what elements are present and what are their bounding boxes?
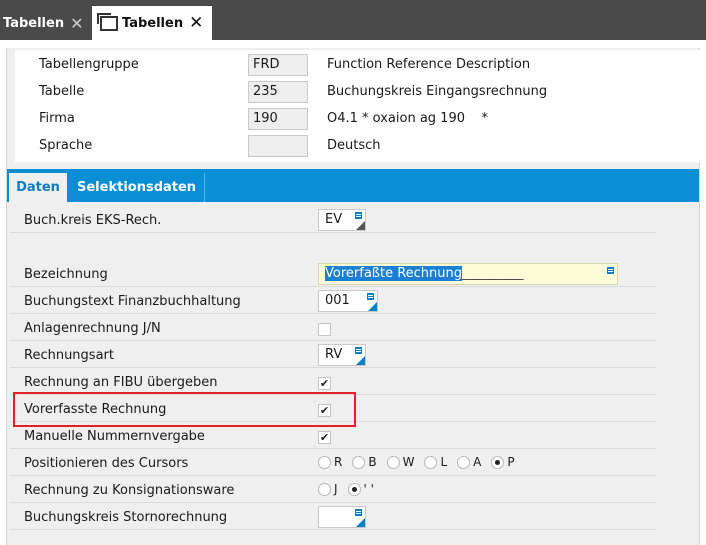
row-manuell: Manuelle Nummernvergabe	[10, 426, 656, 449]
header-section: Tabellengruppe FRD Function Reference De…	[15, 50, 701, 162]
label-storno: Buchungskreis Stornorechnung	[24, 510, 228, 525]
radio-icon	[318, 455, 331, 469]
radio-label: A	[473, 455, 482, 469]
fibu-checkbox[interactable]: ✔	[318, 377, 331, 390]
tab-label: Tabellen	[122, 15, 184, 31]
sprache-field	[248, 135, 308, 157]
cursor-option-r[interactable]: R	[318, 455, 342, 469]
tabelle-description: Buchungskreis Eingangsrechnung	[327, 84, 548, 99]
row-anlagen: Anlagenrechnung J/N	[10, 318, 656, 341]
label-sprache: Sprache	[39, 138, 93, 153]
label-konsignation: Rechnung zu Konsignationsware	[24, 483, 235, 498]
label-cursor: Positionieren des Cursors	[24, 456, 189, 471]
radio-selected-icon	[347, 482, 361, 496]
bezeichnung-trailing: ___________	[462, 266, 523, 281]
tabelle-field: 235	[248, 81, 308, 103]
label-fibu: Rechnung an FIBU übergeben	[24, 375, 218, 390]
radio-label: L	[440, 455, 448, 469]
cursor-option-b[interactable]: B	[352, 455, 377, 469]
radio-label: J	[334, 482, 338, 496]
radio-selected-icon	[491, 455, 505, 469]
buchungstext-value: 001	[325, 293, 350, 308]
close-icon[interactable]: ✕	[189, 13, 203, 33]
cursor-option-l[interactable]: L	[424, 455, 447, 469]
label-tabelle: Tabelle	[39, 84, 85, 99]
radio-label: P	[507, 455, 515, 469]
radio-icon	[386, 455, 400, 469]
bezeichnung-selected-text: Vorerfaßte Rechnung	[325, 266, 463, 281]
radio-label: ' '	[363, 482, 374, 496]
manuell-checkbox[interactable]: ✔	[318, 431, 331, 444]
bezeichnung-input[interactable]: Vorerfaßte Rechnung___________	[318, 263, 618, 285]
cursor-option-p[interactable]: P	[491, 455, 515, 469]
anlagen-checkbox[interactable]	[318, 323, 331, 336]
tab-daten[interactable]: Daten	[9, 173, 67, 202]
content-tabstrip: Daten Selektionsdaten	[7, 169, 699, 202]
radio-label: W	[402, 455, 415, 469]
tab-selektionsdaten[interactable]: Selektionsdaten	[77, 173, 206, 202]
label-buchkreis: Buch.kreis EKS-Rech.	[24, 213, 162, 228]
buchkreis-value: EV	[325, 212, 343, 227]
dropdown-corner-icon	[356, 518, 365, 527]
firma-description: O4.1 * oxaion ag 190 *	[327, 111, 489, 126]
radio-label: R	[334, 455, 343, 469]
menu-icon[interactable]	[355, 212, 362, 219]
dropdown-corner-icon	[356, 356, 365, 365]
radio-icon	[318, 482, 331, 496]
dropdown-corner-icon	[368, 302, 377, 311]
menu-icon[interactable]	[355, 509, 362, 516]
cursor-radio-group: R B W L A P	[318, 455, 525, 469]
konsignation-option-j[interactable]: J	[318, 482, 338, 496]
menu-icon[interactable]	[607, 267, 614, 274]
label-rechnungsart: Rechnungsart	[24, 348, 114, 363]
konsignation-radio-group: J ' '	[318, 482, 384, 496]
tab-tabellen-inactive[interactable]: Tabellen ✕	[0, 6, 90, 40]
storno-dropdown[interactable]	[318, 506, 366, 528]
label-anlagen: Anlagenrechnung J/N	[24, 321, 161, 336]
radio-label: B	[368, 455, 377, 469]
firma-field: 190	[248, 108, 308, 130]
tab-tabellen-active[interactable]: Tabellen ✕	[92, 6, 212, 40]
rechnungsart-dropdown[interactable]: RV	[318, 344, 366, 366]
konsignation-option-blank[interactable]: ' '	[347, 482, 374, 496]
label-firma: Firma	[39, 111, 75, 126]
menu-icon[interactable]	[367, 293, 374, 300]
radio-icon	[457, 455, 471, 469]
tabellengruppe-description: Function Reference Description	[327, 57, 531, 72]
dropdown-corner-icon	[356, 221, 365, 230]
window-tab-bar: Tabellen ✕ Tabellen ✕	[0, 0, 706, 40]
radio-icon	[424, 455, 438, 469]
label-buchungstext: Buchungstext Finanzbuchhaltung	[24, 294, 241, 309]
buchungstext-dropdown[interactable]: 001	[318, 290, 378, 312]
label-tabellengruppe: Tabellengruppe	[39, 57, 139, 72]
tabellengruppe-field: FRD	[248, 54, 308, 76]
label-manuell: Manuelle Nummernvergabe	[24, 429, 205, 444]
close-icon[interactable]: ✕	[70, 14, 83, 33]
cursor-option-a[interactable]: A	[457, 455, 481, 469]
menu-icon[interactable]	[355, 347, 362, 354]
highlight-box	[13, 392, 356, 427]
radio-icon	[352, 455, 366, 469]
window-icon	[97, 12, 118, 31]
sprache-description: Deutsch	[327, 138, 381, 153]
label-bezeichnung: Bezeichnung	[24, 267, 108, 282]
rechnungsart-value: RV	[325, 347, 343, 362]
buchkreis-dropdown[interactable]: EV	[318, 209, 366, 231]
cursor-option-w[interactable]: W	[386, 455, 415, 469]
tab-label: Tabellen	[3, 15, 65, 31]
